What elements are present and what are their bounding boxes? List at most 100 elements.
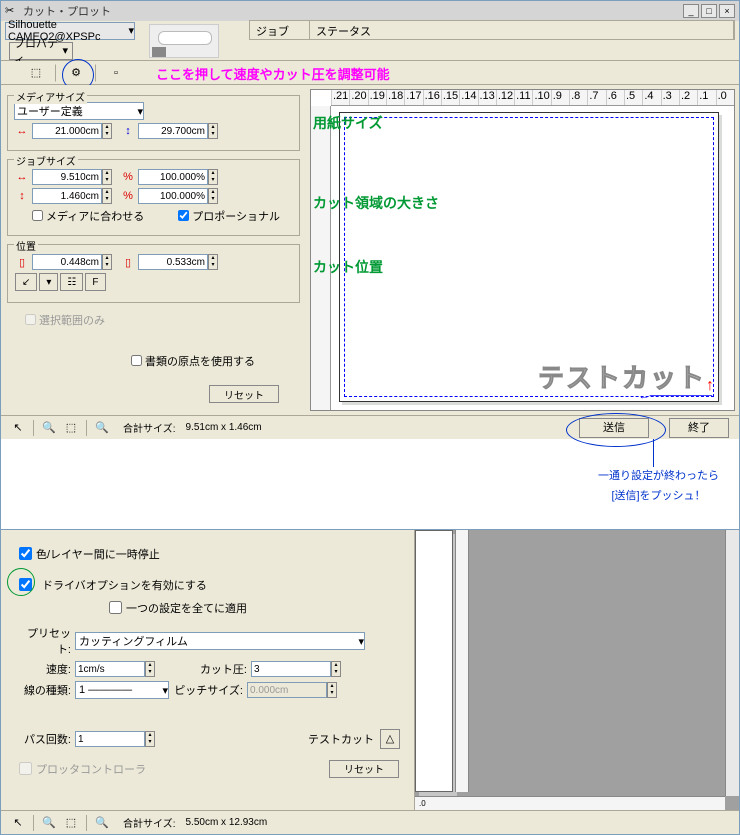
proportional-check[interactable]: プロポーショナル xyxy=(174,207,280,224)
driver-options-panel: 色/レイヤー間に一時停止 ドライバオプションを有効にする 一つの設定を全てに適用… xyxy=(1,530,415,810)
total-size-value: 9.51cm x 1.46cm xyxy=(185,422,261,433)
speed-spinner[interactable]: ▴▾ xyxy=(145,661,155,677)
group-title-job: ジョブサイズ xyxy=(14,153,78,168)
media-height-spinner[interactable]: ▴▾ xyxy=(208,123,218,139)
total-size-value-2: 5.50cm x 12.93cm xyxy=(185,817,267,828)
height-icon: ↕ xyxy=(120,124,136,138)
testcut-label: テストカット xyxy=(308,731,374,747)
preset-label: プリセット: xyxy=(15,625,71,657)
close-button[interactable]: × xyxy=(719,4,735,18)
fit-media-check[interactable]: メディアに合わせる xyxy=(28,207,144,224)
annotation-settings: ここを押して速度やカット圧を調整可能 xyxy=(156,64,390,83)
toolbar-options: ⬚ ⚙ ▫ ここを押して速度やカット圧を調整可能 xyxy=(1,61,739,85)
fit-page-icon[interactable]: ⬚ xyxy=(62,419,80,437)
reset-button-2[interactable]: リセット xyxy=(329,760,399,778)
cut-pressure-spinner[interactable]: ▴▾ xyxy=(331,661,341,677)
left-panel: メディアサイズ ユーザー定義▾ ↔ ▴▾ ↕ ▴▾ ジョブサイズ ↔ xyxy=(1,85,306,415)
general-tab-icon[interactable]: ⬚ xyxy=(27,64,45,82)
group-media-size: メディアサイズ ユーザー定義▾ ↔ ▴▾ ↕ ▴▾ xyxy=(7,95,300,151)
zoom-in-icon[interactable]: 🔍 xyxy=(40,419,58,437)
page-preview: テストカット ↑ ←──────── xyxy=(339,112,719,402)
pos-x-input[interactable] xyxy=(32,254,102,270)
job-width-icon: ↔ xyxy=(14,170,30,184)
maximize-button[interactable]: □ xyxy=(701,4,717,18)
zoom-tool-icon-2[interactable]: 🔍 xyxy=(93,814,111,832)
col-status: ステータス xyxy=(310,21,734,39)
pos-x-icon: ▯ xyxy=(14,255,30,269)
line-type-select[interactable]: 1 ————▾ xyxy=(75,681,169,699)
device-preview xyxy=(149,24,219,58)
job-width-spinner[interactable]: ▴▾ xyxy=(102,169,112,185)
pos-y-icon: ▯ xyxy=(120,255,136,269)
enable-driver-options-check[interactable]: ドライバオプションを有効にする xyxy=(15,575,400,594)
ruler-horizontal: .21.20.19.18.17.16.15.14.13.12.11.10.9.8… xyxy=(331,90,734,106)
properties-button[interactable]: プロパティ...▾ xyxy=(9,42,73,60)
apply-to-all-check[interactable]: 一つの設定を全てに適用 xyxy=(105,598,400,617)
extra-tab-icon[interactable]: ▫ xyxy=(107,64,125,82)
pos-align-btn-4[interactable]: F xyxy=(85,273,105,291)
pointer-tool-icon-2[interactable]: ↖ xyxy=(9,814,27,832)
col-job: ジョブ xyxy=(250,21,310,39)
window-title: カット・プロット xyxy=(23,3,681,19)
job-height-pct-icon: % xyxy=(120,189,136,203)
media-height-input[interactable] xyxy=(138,123,208,139)
speed-label: 速度: xyxy=(15,661,71,677)
minimize-button[interactable]: _ xyxy=(683,4,699,18)
statusbar: ↖ 🔍 ⬚ 🔍 合計サイズ: 9.51cm x 1.46cm 送信 終了 xyxy=(1,415,739,439)
pointer-tool-icon[interactable]: ↖ xyxy=(9,419,27,437)
preset-select[interactable]: カッティングフィルム▾ xyxy=(75,632,365,650)
fit-page-icon-2[interactable]: ⬚ xyxy=(62,814,80,832)
use-doc-origin-check[interactable]: 書類の原点を使用する xyxy=(127,352,300,369)
annotation-send: 一通り設定が終わったら [送信]をプッシュ！ xyxy=(598,465,719,504)
cut-pressure-input[interactable] xyxy=(251,661,331,677)
speed-input[interactable] xyxy=(75,661,145,677)
pos-align-btn-1[interactable]: ↙ xyxy=(15,273,37,291)
reset-button[interactable]: リセット xyxy=(209,385,279,403)
window-cutplot: ✂ カット・プロット _ □ × Silhouette CAMEO2@XPSPc… xyxy=(0,0,740,530)
pass-count-spinner[interactable]: ▴▾ xyxy=(145,731,155,747)
annotation-position: カット位置 xyxy=(313,257,383,277)
job-width-pct-icon: % xyxy=(120,170,136,184)
canvas-preview-2[interactable]: .0 xyxy=(415,530,739,810)
pos-y-input[interactable] xyxy=(138,254,208,270)
total-size-label: 合計サイズ: xyxy=(123,420,175,435)
statusbar-2: ↖ 🔍 ⬚ 🔍 合計サイズ: 5.50cm x 12.93cm xyxy=(1,810,739,834)
width-icon: ↔ xyxy=(14,124,30,138)
exit-button[interactable]: 終了 xyxy=(669,418,729,438)
cut-pressure-label: カット圧: xyxy=(163,661,247,677)
pause-between-layers-check[interactable]: 色/レイヤー間に一時停止 xyxy=(15,544,400,563)
canvas-preview[interactable]: .21.20.19.18.17.16.15.14.13.12.11.10.9.8… xyxy=(310,89,735,411)
selection-only-check: 選択範囲のみ xyxy=(21,311,300,328)
media-preset-select[interactable]: ユーザー定義▾ xyxy=(14,102,144,120)
pos-align-btn-3[interactable]: ☷ xyxy=(60,273,83,291)
total-size-label-2: 合計サイズ: xyxy=(123,815,175,830)
group-position: 位置 ▯ ▴▾ ▯ ▴▾ ↙ ▾ ☷ F xyxy=(7,244,300,303)
pos-align-btn-2[interactable]: ▾ xyxy=(39,273,58,291)
send-button[interactable]: 送信 xyxy=(579,418,649,438)
job-height-input[interactable] xyxy=(32,188,102,204)
scrollbar-vertical[interactable] xyxy=(725,530,739,796)
media-width-spinner[interactable]: ▴▾ xyxy=(102,123,112,139)
app-icon: ✂ xyxy=(5,4,19,18)
pass-count-input[interactable] xyxy=(75,731,145,747)
media-width-input[interactable] xyxy=(32,123,102,139)
job-height-spinner[interactable]: ▴▾ xyxy=(102,188,112,204)
pitch-spinner: ▴▾ xyxy=(327,682,337,698)
testcut-button[interactable]: △ xyxy=(380,729,400,749)
zoom-tool-icon[interactable]: 🔍 xyxy=(93,419,111,437)
job-width-pct-input[interactable] xyxy=(138,169,208,185)
pos-y-spinner[interactable]: ▴▾ xyxy=(208,254,218,270)
pass-count-label: パス回数: xyxy=(15,731,71,747)
window-driver-options: 色/レイヤー間に一時停止 ドライバオプションを有効にする 一つの設定を全てに適用… xyxy=(0,530,740,835)
group-title-media: メディアサイズ xyxy=(14,89,87,104)
pitch-label: ピッチサイズ: xyxy=(169,682,243,698)
zoom-in-icon-2[interactable]: 🔍 xyxy=(40,814,58,832)
job-height-pct-spinner[interactable]: ▴▾ xyxy=(208,188,218,204)
job-width-pct-spinner[interactable]: ▴▾ xyxy=(208,169,218,185)
pitch-input xyxy=(247,682,327,698)
settings-dropdown-icon[interactable]: ⚙ xyxy=(67,64,85,82)
pos-x-spinner[interactable]: ▴▾ xyxy=(102,254,112,270)
job-height-icon: ↕ xyxy=(14,189,30,203)
job-width-input[interactable] xyxy=(32,169,102,185)
job-height-pct-input[interactable] xyxy=(138,188,208,204)
